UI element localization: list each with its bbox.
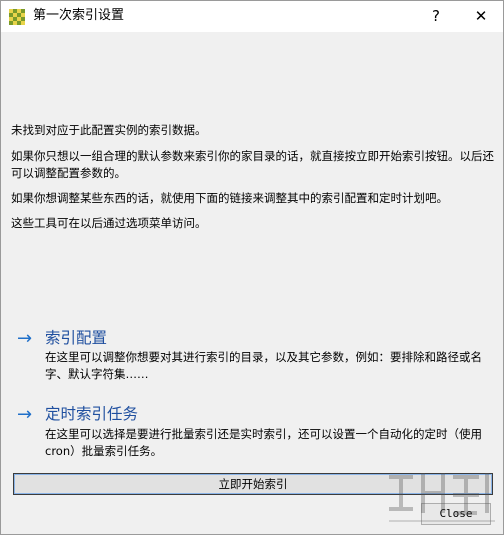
close-window-button[interactable]: ✕ xyxy=(461,3,501,30)
help-button[interactable]: ? xyxy=(421,3,451,30)
message-adjust-config: 如果你想调整某些东西的话，就使用下面的链接来调整其中的索引配置和定时计划吧。 xyxy=(11,191,448,205)
app-icon xyxy=(9,9,25,25)
link-index-config-desc: 在这里可以调整你想要对其进行索引的目录，以及其它参数，例如：要排除和路径或名字、… xyxy=(45,350,482,381)
right-arrow-icon: → xyxy=(17,328,33,349)
right-arrow-icon: → xyxy=(17,404,33,425)
link-index-config[interactable]: 索引配置 xyxy=(45,328,107,348)
message-no-index-data: 未找到对应于此配置实例的索引数据。 xyxy=(11,123,207,137)
close-button[interactable]: Close xyxy=(421,503,491,525)
window-title: 第一次索引设置 xyxy=(33,8,125,23)
message-tools-menu: 这些工具可在以后通过选项菜单访问。 xyxy=(11,216,207,230)
title-bar[interactable]: 第一次索引设置 ? ✕ xyxy=(1,1,503,32)
dialog-window: 第一次索引设置 ? ✕ 未找到对应于此配置实例的索引数据。 如果你只想以一组合理… xyxy=(0,0,504,535)
link-scheduled-index-desc: 在这里可以选择是要进行批量索引还是实时索引，还可以设置一个自动化的定时（使用cr… xyxy=(45,427,482,458)
link-scheduled-index[interactable]: 定时索引任务 xyxy=(45,404,138,424)
start-indexing-button[interactable]: 立即开始索引 xyxy=(13,473,493,495)
message-default-params: 如果你只想以一组合理的默认参数来索引你的家目录的话，就直接按立即开始索引按钮。以… xyxy=(11,149,494,180)
